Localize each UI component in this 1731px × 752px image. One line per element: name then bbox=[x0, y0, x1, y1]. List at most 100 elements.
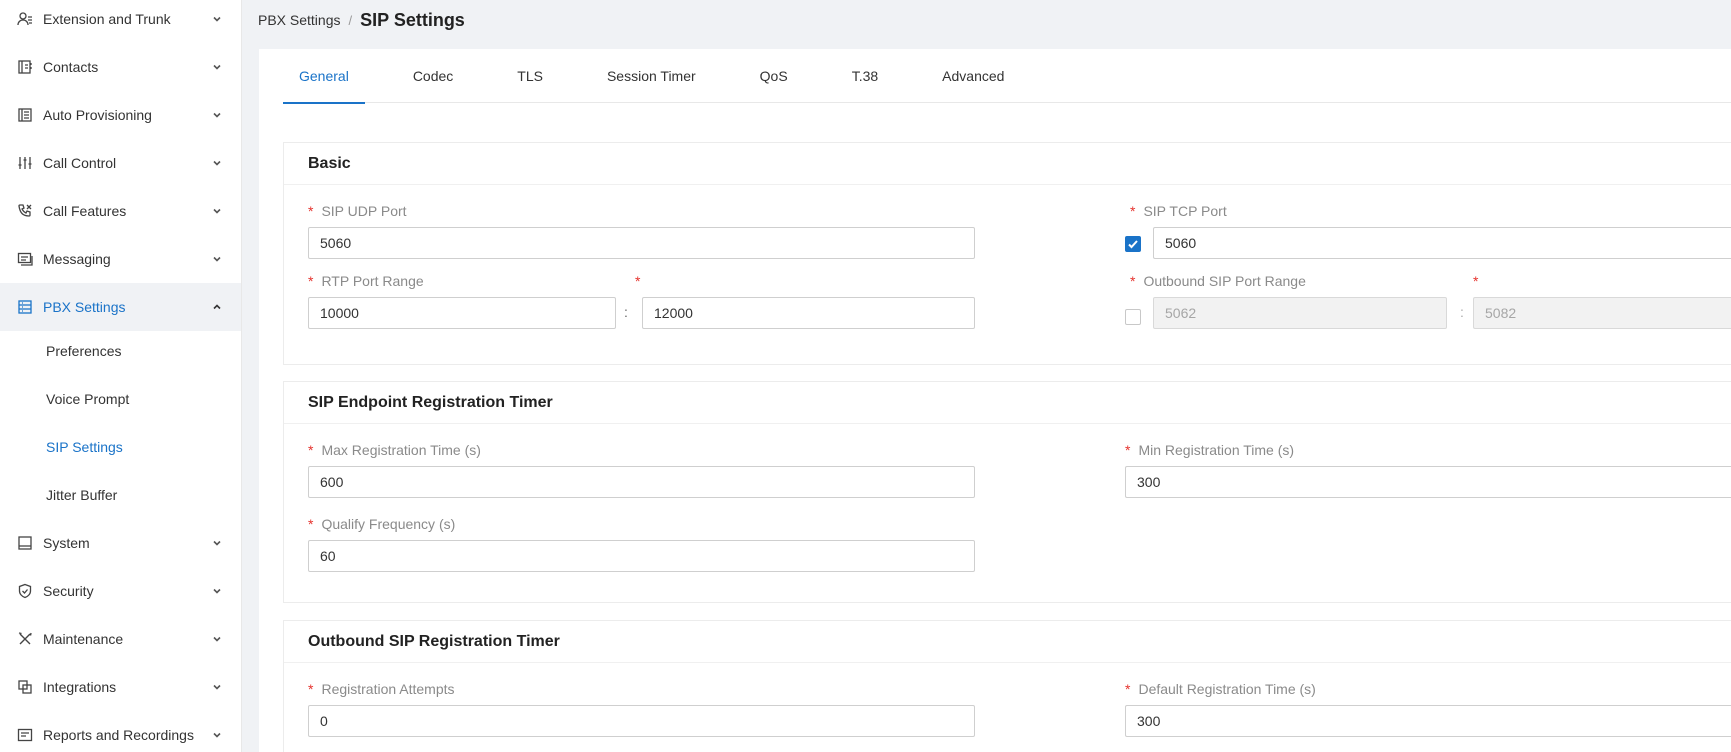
outbound-sip-port-range-end-label: * bbox=[1473, 273, 1486, 289]
sidebar-item-pbx-settings[interactable]: PBX Settings bbox=[0, 283, 241, 331]
chevron-down-icon bbox=[211, 157, 223, 169]
qualify-frequency-input[interactable]: 60 bbox=[308, 540, 975, 572]
rtp-port-range-start-input[interactable]: 10000 bbox=[308, 297, 616, 329]
tab-codec[interactable]: Codec bbox=[397, 49, 469, 103]
sidebar-item-messaging[interactable]: Messaging bbox=[0, 235, 241, 283]
registration-attempts-input[interactable]: 0 bbox=[308, 705, 975, 737]
settings-panel: General Codec TLS Session Timer QoS T.38… bbox=[259, 49, 1731, 752]
sip-tcp-port-input[interactable]: 5060 bbox=[1153, 227, 1731, 259]
chevron-up-icon bbox=[211, 301, 223, 313]
message-icon bbox=[17, 251, 33, 267]
sidebar-item-call-features[interactable]: Call Features bbox=[0, 187, 241, 235]
provisioning-icon bbox=[17, 107, 33, 123]
required-mark: * bbox=[1125, 681, 1131, 697]
sip-udp-port-label: * SIP UDP Port bbox=[308, 203, 407, 219]
sidebar-item-system[interactable]: System bbox=[0, 519, 241, 567]
integrations-icon bbox=[17, 679, 33, 695]
required-mark: * bbox=[1130, 273, 1136, 289]
sidebar: Extension and Trunk Contacts Auto Provis… bbox=[0, 0, 242, 752]
min-registration-time-label: * Min Registration Time (s) bbox=[1125, 442, 1294, 458]
required-mark: * bbox=[1130, 203, 1136, 219]
sidebar-item-security[interactable]: Security bbox=[0, 567, 241, 615]
sidebar-item-label: Call Features bbox=[43, 203, 127, 219]
sidebar-item-label: Maintenance bbox=[43, 631, 124, 647]
field-label-text: Qualify Frequency (s) bbox=[321, 516, 456, 532]
user-list-icon bbox=[17, 11, 33, 27]
qualify-frequency-label: * Qualify Frequency (s) bbox=[308, 516, 455, 532]
required-mark: * bbox=[308, 203, 314, 219]
default-registration-time-input[interactable]: 300 bbox=[1125, 705, 1731, 737]
sidebar-item-label: Auto Provisioning bbox=[43, 107, 152, 123]
chevron-down-icon bbox=[211, 253, 223, 265]
sidebar-item-call-control[interactable]: Call Control bbox=[0, 139, 241, 187]
chevron-down-icon bbox=[211, 13, 223, 25]
sliders-icon bbox=[17, 155, 33, 171]
field-label-text: Registration Attempts bbox=[321, 681, 455, 697]
chevron-down-icon bbox=[211, 585, 223, 597]
required-mark: * bbox=[308, 516, 314, 532]
field-label-text: Max Registration Time (s) bbox=[321, 442, 481, 458]
tab-t38[interactable]: T.38 bbox=[836, 49, 894, 103]
sidebar-item-label: Integrations bbox=[43, 679, 117, 695]
max-registration-time-label: * Max Registration Time (s) bbox=[308, 442, 481, 458]
sidebar-item-auto-provisioning[interactable]: Auto Provisioning bbox=[0, 91, 241, 139]
rtp-port-range-label: * RTP Port Range bbox=[308, 273, 424, 289]
tab-advanced[interactable]: Advanced bbox=[926, 49, 1020, 103]
sidebar-subitem-voice-prompt[interactable]: Voice Prompt bbox=[0, 375, 241, 423]
field-label-text: RTP Port Range bbox=[321, 273, 424, 289]
section-title: SIP Endpoint Registration Timer bbox=[284, 382, 1731, 424]
sidebar-item-reports-and-recordings[interactable]: Reports and Recordings bbox=[0, 711, 241, 752]
sidebar-item-label: System bbox=[43, 535, 90, 551]
sidebar-item-label: PBX Settings bbox=[43, 299, 126, 315]
endpoint-registration-timer-section: SIP Endpoint Registration Timer * Max Re… bbox=[283, 381, 1731, 603]
sidebar-subitem-sip-settings[interactable]: SIP Settings bbox=[0, 423, 241, 471]
required-mark: * bbox=[635, 273, 641, 289]
section-title: Basic bbox=[284, 143, 1731, 185]
phone-icon bbox=[17, 203, 33, 219]
shield-icon bbox=[17, 583, 33, 599]
required-mark: * bbox=[1473, 273, 1479, 289]
reports-icon bbox=[17, 727, 33, 743]
field-label-text: Default Registration Time (s) bbox=[1138, 681, 1316, 697]
required-mark: * bbox=[308, 681, 314, 697]
sidebar-subitem-jitter-buffer[interactable]: Jitter Buffer bbox=[0, 471, 241, 519]
sidebar-item-contacts[interactable]: Contacts bbox=[0, 43, 241, 91]
outbound-sip-port-range-checkbox[interactable] bbox=[1125, 309, 1141, 325]
required-mark: * bbox=[308, 442, 314, 458]
breadcrumb-parent[interactable]: PBX Settings bbox=[258, 12, 341, 28]
outbound-sip-port-range-label: * Outbound SIP Port Range bbox=[1130, 273, 1306, 289]
sip-tcp-port-checkbox[interactable] bbox=[1125, 236, 1141, 252]
pbx-settings-icon bbox=[17, 299, 33, 315]
sidebar-item-label: Messaging bbox=[43, 251, 111, 267]
default-registration-time-label: * Default Registration Time (s) bbox=[1125, 681, 1316, 697]
chevron-down-icon bbox=[211, 537, 223, 549]
main-content: PBX Settings / SIP Settings General Code… bbox=[242, 0, 1731, 752]
min-registration-time-input[interactable]: 300 bbox=[1125, 466, 1731, 498]
registration-attempts-label: * Registration Attempts bbox=[308, 681, 455, 697]
field-label-text: SIP TCP Port bbox=[1143, 203, 1227, 219]
breadcrumb-separator: / bbox=[348, 12, 353, 28]
tab-general[interactable]: General bbox=[283, 49, 365, 104]
chevron-down-icon bbox=[211, 681, 223, 693]
sidebar-item-maintenance[interactable]: Maintenance bbox=[0, 615, 241, 663]
outbound-sip-port-range-start-input: 5062 bbox=[1153, 297, 1447, 329]
section-title: Outbound SIP Registration Timer bbox=[284, 621, 1731, 663]
tab-bar: General Codec TLS Session Timer QoS T.38… bbox=[283, 49, 1731, 104]
tab-qos[interactable]: QoS bbox=[744, 49, 804, 103]
outbound-registration-timer-section: Outbound SIP Registration Timer * Regist… bbox=[283, 620, 1731, 752]
sidebar-item-label: Call Control bbox=[43, 155, 117, 171]
sidebar-subitem-preferences[interactable]: Preferences bbox=[0, 327, 241, 375]
rtp-port-range-end-input[interactable]: 12000 bbox=[642, 297, 975, 329]
contacts-book-icon bbox=[17, 59, 33, 75]
tools-icon bbox=[17, 631, 33, 647]
max-registration-time-input[interactable]: 600 bbox=[308, 466, 975, 498]
sidebar-item-integrations[interactable]: Integrations bbox=[0, 663, 241, 711]
outbound-sip-port-range-end-input: 5082 bbox=[1473, 297, 1731, 329]
breadcrumb: PBX Settings / SIP Settings bbox=[242, 0, 1731, 40]
tab-session-timer[interactable]: Session Timer bbox=[591, 49, 712, 103]
sidebar-item-extension-and-trunk[interactable]: Extension and Trunk bbox=[0, 0, 241, 43]
range-separator: : bbox=[1460, 304, 1464, 320]
chevron-down-icon bbox=[211, 205, 223, 217]
sip-udp-port-input[interactable]: 5060 bbox=[308, 227, 975, 259]
tab-tls[interactable]: TLS bbox=[501, 49, 559, 103]
